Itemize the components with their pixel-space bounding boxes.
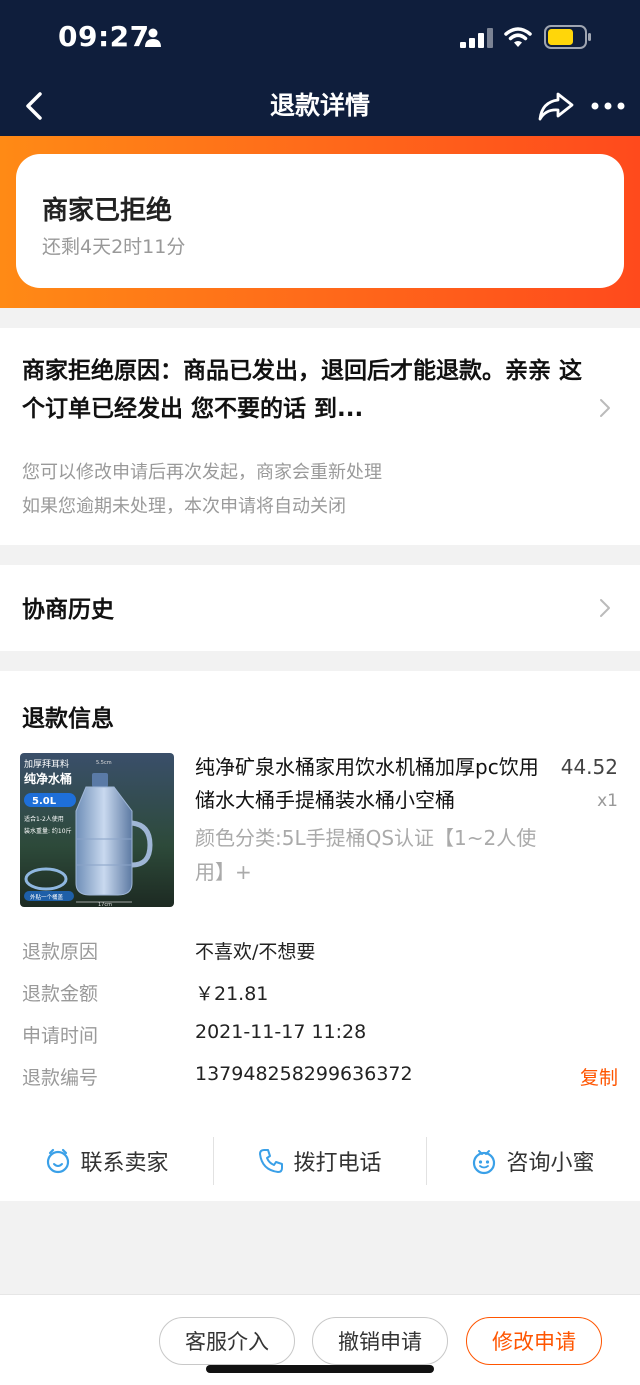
thumb-dim-bottom: 17cm bbox=[98, 902, 112, 907]
status-banner: 商家已拒绝 还剩4天2时11分 bbox=[0, 136, 640, 308]
apply-time-value: 2021-11-17 11:28 bbox=[195, 1021, 367, 1043]
nav-bar: 退款详情 bbox=[0, 78, 640, 136]
call-label: 拨打电话 bbox=[293, 1151, 382, 1176]
call-button[interactable]: 拨打电话 bbox=[213, 1137, 426, 1185]
rejection-reason-text: 商家拒绝原因：商品已发出，退回后才能退款。亲亲 这个订单已经发出 您不要的话 到… bbox=[22, 358, 583, 422]
share-icon[interactable] bbox=[536, 86, 576, 126]
product-price: 44.52 bbox=[560, 755, 618, 779]
thumb-tag: 外贴一个桶盖 bbox=[30, 893, 64, 901]
thumb-text-line1: 加厚拜耳料 bbox=[24, 758, 69, 770]
status-bar: 09:27 bbox=[0, 0, 640, 78]
status-card: 商家已拒绝 还剩4天2时11分 bbox=[16, 154, 624, 288]
negotiation-history-row[interactable]: 协商历史 bbox=[0, 565, 640, 651]
product-thumbnail[interactable]: 加厚拜耳料 纯净水桶 5.0L 适合1-2人使用 装水重量: 约10斤 外贴一个… bbox=[20, 753, 174, 907]
ask-assistant-button[interactable]: 咨询小蜜 bbox=[426, 1137, 639, 1185]
cancel-request-button[interactable]: 撤销申请 bbox=[312, 1317, 448, 1365]
signal-icon bbox=[460, 28, 493, 48]
thumb-text-line2: 纯净水桶 bbox=[24, 771, 72, 786]
contact-seller-label: 联系卖家 bbox=[80, 1151, 169, 1176]
thumb-note2: 装水重量: 约10斤 bbox=[24, 827, 72, 835]
refund-reason-label: 退款原因 bbox=[22, 941, 99, 963]
more-icon[interactable] bbox=[590, 86, 626, 126]
refund-info-title: 退款信息 bbox=[22, 706, 114, 732]
refund-amount-label: 退款金额 bbox=[22, 983, 99, 1005]
status-time: 09:27 bbox=[58, 20, 150, 53]
product-spec: 颜色分类:5L手提桶QS认证【1~2人使用】+ bbox=[195, 826, 537, 884]
hint-line-2: 如果您逾期未处理，本次申请将自动关闭 bbox=[22, 496, 346, 517]
seller-icon bbox=[47, 1148, 70, 1174]
copy-button[interactable]: 复制 bbox=[580, 1063, 618, 1090]
phone-icon bbox=[259, 1149, 284, 1173]
bottom-action-bar: 客服介入 撤销申请 修改申请 bbox=[0, 1294, 640, 1385]
person-icon bbox=[145, 28, 161, 47]
refund-number-label: 退款编号 bbox=[22, 1067, 99, 1089]
contact-actions: 联系卖家 拨打电话 咨询小蜜 bbox=[0, 1137, 640, 1185]
rejection-hint: 您可以修改申请后再次发起，商家会重新处理 如果您逾期未处理，本次申请将自动关闭 bbox=[22, 456, 382, 524]
battery-icon bbox=[544, 25, 591, 49]
contact-seller-button[interactable]: 联系卖家 bbox=[0, 1137, 213, 1185]
chevron-right-icon bbox=[600, 399, 610, 417]
thumb-dim-top: 5.5cm bbox=[96, 760, 112, 766]
product-quantity: x1 bbox=[597, 791, 618, 811]
refund-status-title: 商家已拒绝 bbox=[42, 196, 173, 226]
rejection-reason-section[interactable]: 商家拒绝原因：商品已发出，退回后才能退款。亲亲 这个订单已经发出 您不要的话 到… bbox=[0, 328, 640, 545]
thumb-note1: 适合1-2人使用 bbox=[24, 815, 64, 823]
refund-amount-value: ￥21.81 bbox=[195, 983, 269, 1005]
customer-service-button[interactable]: 客服介入 bbox=[159, 1317, 295, 1365]
apply-time-label: 申请时间 bbox=[22, 1025, 99, 1047]
assistant-icon bbox=[473, 1150, 496, 1175]
home-indicator bbox=[206, 1365, 434, 1373]
refund-info-section: 退款信息 加厚拜耳料 纯净水桶 5.0L 适合1-2人使用 装水重量: 约10斤… bbox=[0, 671, 640, 1201]
ask-assistant-label: 咨询小蜜 bbox=[506, 1151, 595, 1176]
hint-line-1: 您可以修改申请后再次发起，商家会重新处理 bbox=[22, 462, 382, 483]
product-title[interactable]: 纯净矿泉水桶家用饮水机桶加厚pc饮用储水大桶手提桶装水桶小空桶 bbox=[195, 751, 557, 817]
refund-reason-value: 不喜欢/不想要 bbox=[195, 941, 316, 963]
refund-countdown: 还剩4天2时11分 bbox=[42, 236, 186, 258]
chevron-right-icon bbox=[600, 599, 610, 617]
wifi-icon bbox=[504, 27, 532, 47]
thumb-capacity: 5.0L bbox=[32, 796, 57, 807]
modify-request-button[interactable]: 修改申请 bbox=[466, 1317, 602, 1365]
negotiation-history-label: 协商历史 bbox=[22, 597, 114, 623]
water-bucket-image: 加厚拜耳料 纯净水桶 5.0L 适合1-2人使用 装水重量: 约10斤 外贴一个… bbox=[20, 753, 174, 907]
refund-number-value: 137948258299636372 bbox=[195, 1063, 413, 1085]
